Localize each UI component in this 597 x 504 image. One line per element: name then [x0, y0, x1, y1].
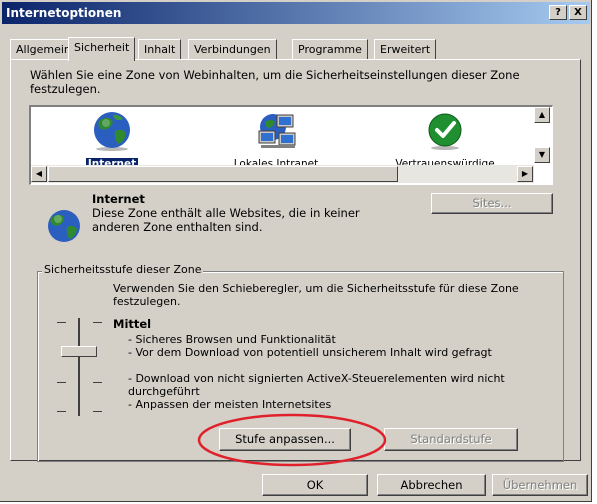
zone-list-scroll-down-button[interactable]: ▼ [534, 147, 550, 163]
zone-list-scroll-up-button[interactable]: ▲ [534, 107, 550, 123]
checkmark-icon [428, 113, 462, 150]
security-level-name: Mittel [113, 317, 152, 331]
cancel-button[interactable]: Abbrechen [377, 474, 486, 496]
highlight-circle [197, 413, 387, 467]
slider-thumb[interactable] [61, 346, 97, 357]
globe-icon [94, 112, 130, 151]
help-button[interactable]: ? [549, 5, 567, 20]
window-title: Internetoptionen [6, 6, 122, 20]
tab-sicherheit[interactable]: Sicherheit [68, 37, 136, 61]
sites-button[interactable]: Sites... [431, 193, 553, 214]
internet-options-dialog: Internetoptionen ? X Allgemein Sicherhei… [0, 0, 592, 502]
level-bullet-3: - Download von nicht signierten ActiveX-… [128, 372, 505, 398]
zone-list-scroll-thumb[interactable] [48, 166, 398, 182]
zone-trusted-sites[interactable]: Vertrauenswürdige [380, 111, 510, 170]
selected-zone-name: Internet [92, 192, 145, 206]
level-bullet-4: - Anpassen der meisten Internetsites [128, 398, 332, 411]
level-bullet-1: - Sicheres Browsen und Funktionalität [128, 333, 336, 346]
apply-button[interactable]: Übernehmen [492, 474, 588, 496]
zone-list-scroll-left-button[interactable]: ◀ [31, 166, 47, 182]
slider-instruction: Verwenden Sie den Schieberegler, um die … [113, 282, 519, 308]
title-bar[interactable]: Internetoptionen ? X [2, 2, 590, 24]
zone-local-intranet[interactable]: Lokales Intranet [216, 111, 336, 170]
tab-allgemein[interactable]: Allgemein [10, 39, 77, 60]
tab-erweitert[interactable]: Erweitert [374, 39, 437, 60]
tab-programme[interactable]: Programme [292, 39, 368, 60]
selected-zone-description: Diese Zone enthält alle Websites, die in… [92, 206, 360, 234]
tab-inhalt[interactable]: Inhalt [138, 39, 182, 60]
tab-verbindungen[interactable]: Verbindungen [188, 39, 277, 60]
level-bullet-2: - Vor dem Download von potentiell unsich… [128, 346, 492, 359]
zone-intro-text: Wählen Sie eine Zone von Webinhalten, um… [30, 68, 520, 96]
default-level-button[interactable]: Standardstufe [384, 428, 518, 451]
close-button[interactable]: X [569, 5, 587, 20]
computer-network-icon [258, 114, 296, 148]
globe-icon [48, 210, 80, 242]
zone-list[interactable]: Internet Lokales Intranet Vertrauenswürd… [29, 105, 553, 185]
zone-list-scroll-right-button[interactable]: ▶ [517, 166, 533, 182]
security-level-group-title: Sicherheitsstufe dieser Zone [42, 263, 204, 276]
ok-button[interactable]: OK [262, 474, 368, 496]
zone-internet[interactable]: Internet [67, 111, 157, 170]
